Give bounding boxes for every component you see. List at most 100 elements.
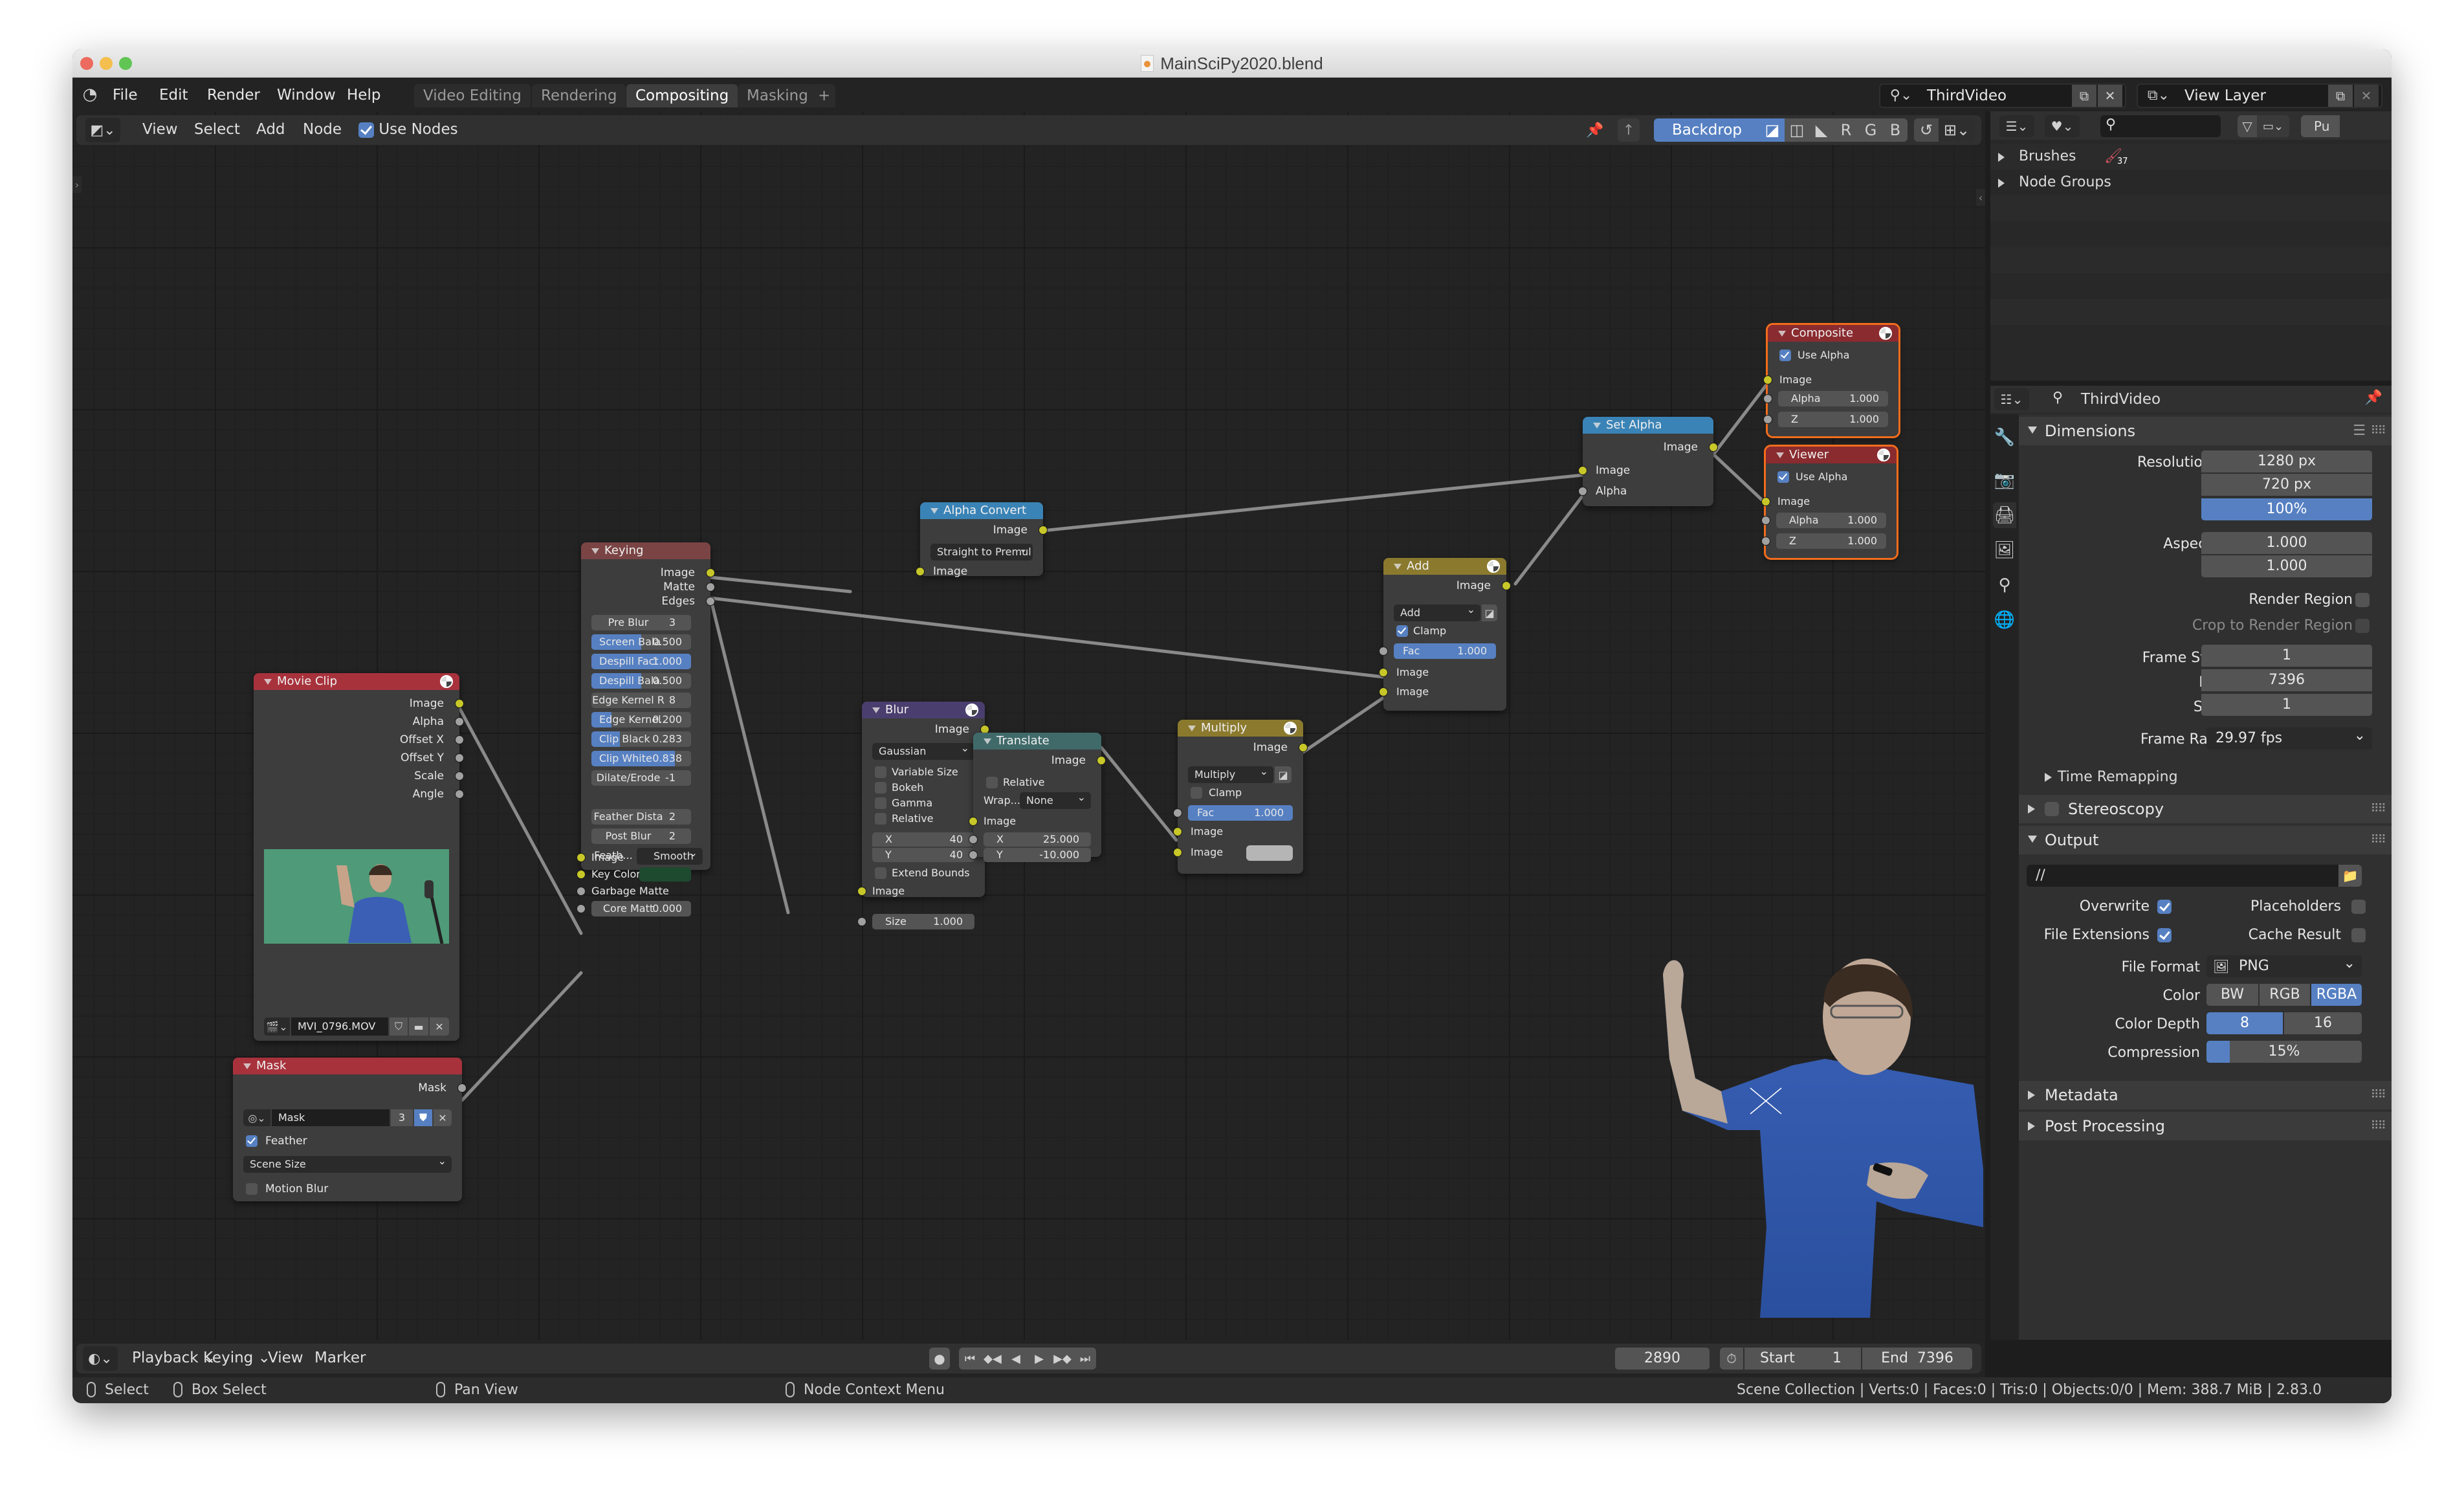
node-header[interactable]: Movie Clip — [254, 673, 459, 690]
blend-mode-dropdown[interactable]: Multiply — [1188, 763, 1273, 783]
keying-field[interactable]: Clip White 0.838 — [591, 751, 691, 766]
mask-size-dropdown[interactable]: Scene Size — [243, 1153, 452, 1173]
color-depth-8-button[interactable]: 8 — [2206, 1012, 2283, 1034]
color-swatch[interactable] — [1246, 845, 1293, 861]
input-socket-fac[interactable] — [1379, 647, 1388, 656]
color-rgba-button[interactable]: RGBA — [2311, 984, 2362, 1006]
node-mask[interactable]: Mask Mask ◎⌄ Mask 3 ⛊ ✕ Feather Scene Si… — [233, 1058, 467, 1201]
clip-name-field[interactable]: MVI_0796.MOV — [291, 1017, 388, 1036]
add-workspace-button[interactable]: + — [813, 84, 836, 107]
input-socket-size[interactable] — [857, 917, 866, 926]
compression-slider[interactable]: 15% — [2206, 1041, 2362, 1063]
node-add[interactable]: Add Image Add ◪ Clamp Fac 1.000 Image Ima… — [1379, 558, 1511, 711]
composite-alpha-field[interactable]: Alpha 1.000 — [1778, 391, 1888, 406]
expand-icon[interactable] — [1998, 153, 2005, 162]
output-socket-image[interactable] — [1039, 526, 1048, 535]
backdrop-red-button[interactable]: R — [1834, 118, 1858, 142]
section-output[interactable]: Output ⠿⠿ — [2019, 826, 2392, 854]
preview-range-stopwatch-icon[interactable]: ⏱ — [1720, 1348, 1743, 1370]
unlink-mask-icon[interactable]: ✕ — [434, 1109, 452, 1126]
mask-selector[interactable]: ◎⌄ Mask 3 ⛊ ✕ — [243, 1109, 452, 1126]
preview-toggle-icon[interactable] — [965, 704, 978, 716]
expand-icon[interactable] — [2028, 1091, 2035, 1100]
menu-node[interactable]: Node — [303, 121, 342, 138]
backdrop-blue-button[interactable]: B — [1883, 118, 1908, 142]
display-mode-icon[interactable]: ♥⌄ — [2045, 115, 2080, 137]
fake-user-shield-icon[interactable]: ⛊ — [414, 1109, 432, 1126]
pin-icon[interactable]: 📌 — [1584, 119, 1606, 141]
render-region-checkbox[interactable] — [2355, 593, 2370, 607]
node-header[interactable]: Translate — [973, 733, 1101, 750]
node-header[interactable]: Mask — [233, 1058, 462, 1074]
keying-field[interactable]: Feather Dista 2 — [591, 809, 691, 825]
view-layer-name[interactable]: View Layer — [2184, 85, 2266, 107]
input-socket-image-2[interactable] — [1173, 848, 1182, 857]
scene-name[interactable]: ThirdVideo — [1927, 85, 2007, 107]
output-socket-offset-x[interactable] — [455, 735, 464, 744]
blender-logo-icon[interactable]: ◔ — [80, 84, 100, 105]
resolution-y-field[interactable]: 720 px — [2201, 474, 2372, 496]
tab-compositing[interactable]: Compositing — [626, 84, 738, 107]
aspect-x-field[interactable]: 1.000 — [2201, 532, 2372, 554]
gamma-checkbox[interactable] — [875, 797, 886, 809]
input-socket-image[interactable] — [969, 817, 978, 826]
preview-toggle-icon[interactable] — [440, 675, 453, 688]
use-alpha-checkbox[interactable] — [1777, 471, 1789, 483]
sidebar-expand-icon[interactable]: ‹ — [1976, 189, 1985, 206]
file-format-dropdown[interactable]: 🖼 PNG ⌄ — [2206, 955, 2362, 977]
color-depth-16-button[interactable]: 16 — [2284, 1012, 2362, 1034]
snap-icon[interactable]: ↺ — [1914, 118, 1939, 142]
fac-field[interactable]: Fac 1.000 — [1188, 805, 1293, 821]
keying-field[interactable]: Edge Kernel R8 — [591, 693, 691, 708]
menu-help[interactable]: Help — [347, 87, 380, 104]
frame-start-field[interactable]: 1 — [2201, 645, 2372, 667]
frame-step-field[interactable]: 1 — [2201, 694, 2372, 716]
open-folder-icon[interactable]: ▬ — [409, 1017, 428, 1036]
properties-editor-type-icon[interactable]: ☷⌄ — [1994, 388, 2029, 410]
input-socket-image[interactable] — [1763, 375, 1772, 384]
node-translate[interactable]: Translate Image Relative Wrap... None Im… — [969, 733, 1106, 857]
preview-toggle-icon[interactable] — [1487, 560, 1500, 573]
keying-field[interactable]: Pre Blur 3 — [591, 615, 691, 630]
viewer-alpha-field[interactable]: Alpha 1.000 — [1776, 513, 1886, 528]
drag-handle-icon[interactable]: ⠿⠿ — [2371, 826, 2386, 854]
menu-view[interactable]: View — [142, 121, 178, 138]
placeholders-checkbox[interactable] — [2351, 900, 2366, 914]
input-socket-garbage-matte[interactable] — [577, 887, 586, 896]
end-frame-field[interactable]: End 7396 — [1862, 1348, 1972, 1370]
scene-selector[interactable]: ⚲⌄ ThirdVideo ⧉ ✕ — [1879, 83, 2126, 108]
input-socket-image-1[interactable] — [1379, 668, 1388, 677]
output-socket-image[interactable] — [1502, 581, 1511, 590]
tool-tab-icon[interactable]: 🔧 — [1993, 425, 2016, 450]
output-socket-image[interactable] — [1097, 756, 1106, 765]
subsection-time-remapping[interactable]: Time Remapping — [2019, 761, 2392, 794]
collapse-icon[interactable] — [2028, 836, 2037, 843]
purge-button[interactable]: Pu — [2301, 115, 2340, 137]
node-keying[interactable]: Keying Image Matte Edges Feath... Smooth… — [577, 542, 715, 916]
input-socket-image[interactable] — [916, 567, 925, 576]
drag-handle-icon[interactable]: ⠿⠿ — [2371, 1081, 2386, 1109]
output-socket-offset-y[interactable] — [455, 753, 464, 762]
node-blur[interactable]: Blur Image Gaussian Variable Size Bokeh … — [857, 702, 989, 897]
view-layer-tab-icon[interactable]: 🖼 — [1993, 537, 2016, 563]
snap-element-icon[interactable]: ⊞⌄ — [1939, 118, 1975, 142]
next-keyframe-icon[interactable]: ▶◆ — [1051, 1348, 1074, 1370]
node-header[interactable]: Alpha Convert — [920, 502, 1043, 519]
expand-icon[interactable] — [2045, 773, 2052, 782]
keying-field[interactable]: Clip Black 0.283 — [591, 731, 691, 747]
output-socket-image[interactable] — [706, 568, 715, 577]
frame-rate-dropdown[interactable]: 29.97 fps ⌄ — [2206, 727, 2372, 750]
node-multiply[interactable]: Multiply Image Multiply ◪ Clamp Fac 1.000… — [1173, 720, 1308, 874]
current-frame-field[interactable]: 2890 — [1615, 1348, 1710, 1370]
overwrite-checkbox[interactable] — [2157, 900, 2172, 914]
node-set-alpha[interactable]: Set Alpha Image Image Alpha — [1578, 417, 1718, 506]
input-socket-alpha[interactable] — [1763, 394, 1772, 403]
parent-node-tree-icon[interactable]: ↑ — [1618, 118, 1640, 142]
scene-tab-icon[interactable]: ⚲ — [1993, 572, 2016, 598]
output-socket-alpha[interactable] — [455, 717, 464, 726]
section-stereoscopy[interactable]: Stereoscopy ⠿⠿ — [2019, 795, 2392, 823]
node-movie-clip[interactable]: Movie Clip Image Alpha Offset X Offset Y… — [254, 673, 464, 1041]
jump-end-icon[interactable]: ⏭ — [1074, 1348, 1096, 1370]
outliner-editor-type-icon[interactable]: ☰⌄ — [1999, 115, 2034, 137]
node-alpha-convert[interactable]: Alpha Convert Image Straight to Premul I… — [916, 502, 1048, 578]
